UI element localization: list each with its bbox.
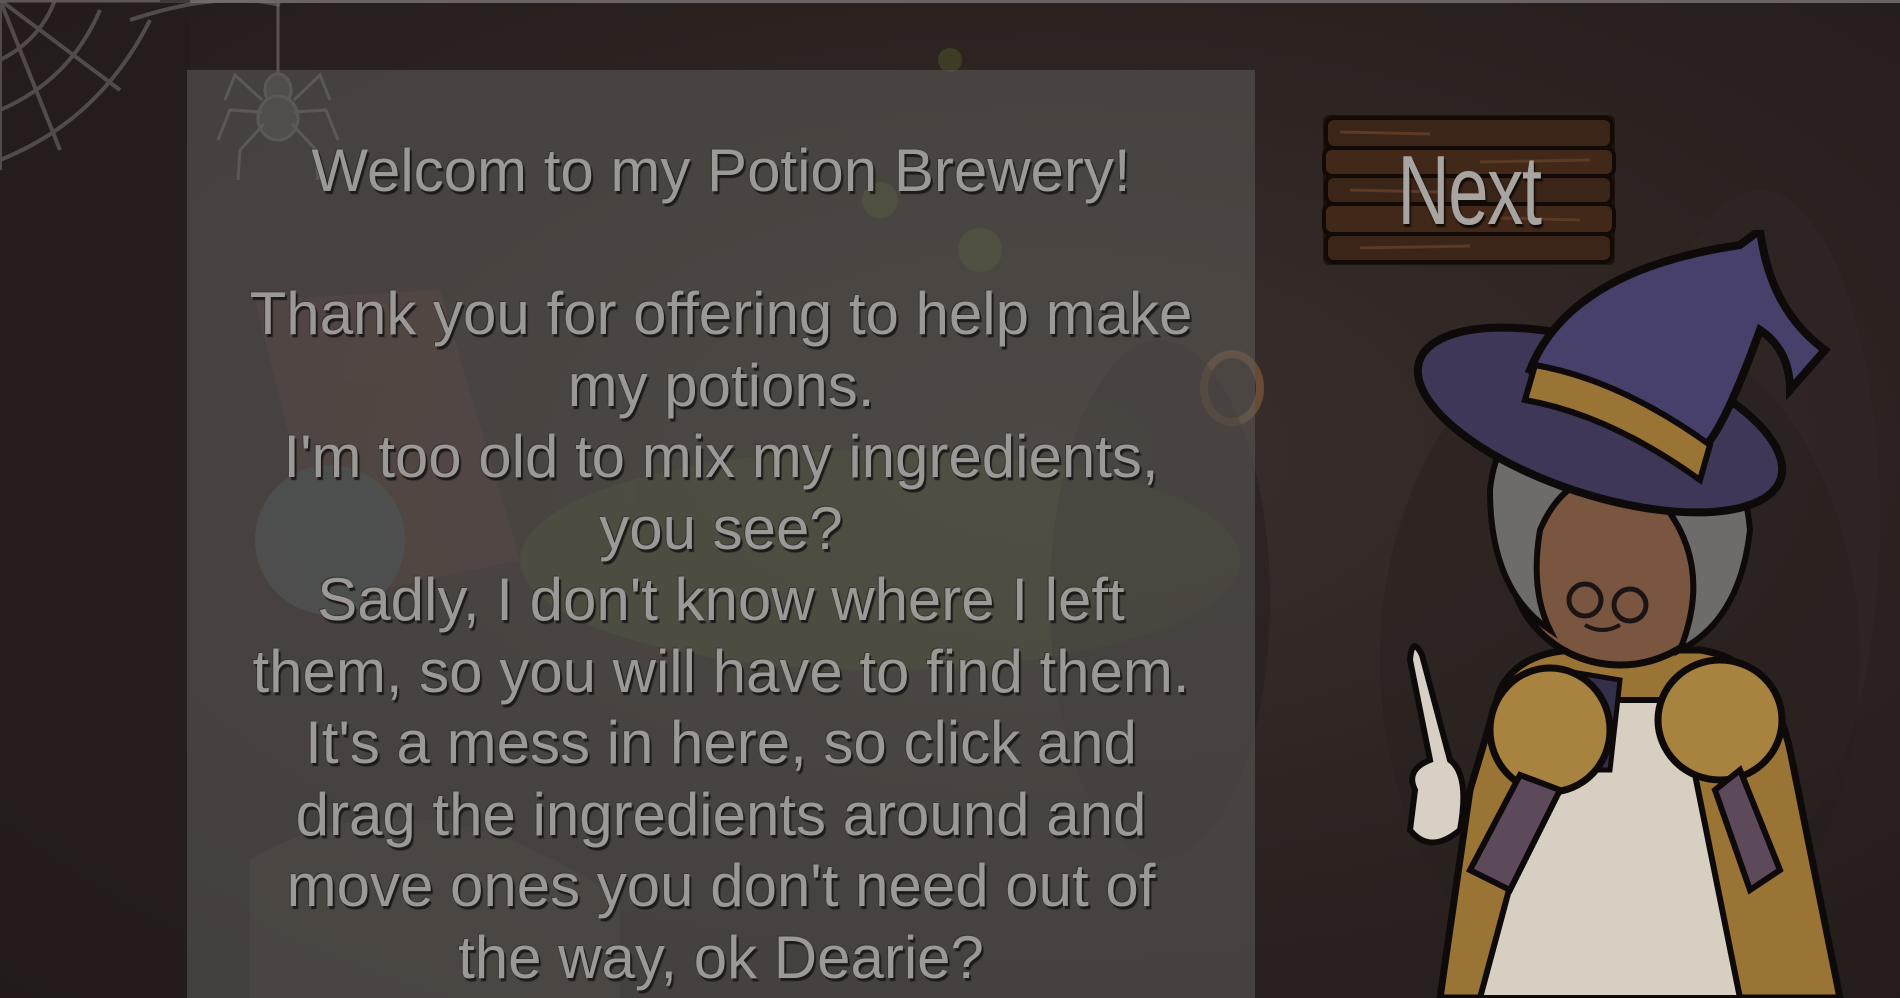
next-button-label: Next	[1397, 134, 1542, 245]
dialog-line: Sadly, I don't know where I left	[317, 566, 1125, 633]
dialog-text: Welcom to my Potion Brewery! Thank you f…	[187, 135, 1255, 993]
dialog-line: It's a mess in here, so click and	[305, 709, 1137, 776]
dialog-line: my potions.	[567, 351, 875, 419]
dialog-line: move ones you don't need out of	[286, 852, 1156, 919]
dialog-line: the way, ok Dearie?	[458, 923, 984, 991]
game-scene: Welcom to my Potion Brewery! Thank you f…	[0, 0, 1900, 998]
next-button[interactable]: Next	[1320, 112, 1618, 268]
dialog-line: I'm too old to mix my ingredients,	[283, 423, 1159, 490]
dialog-line: them, so you will have to find them.	[252, 637, 1190, 705]
dialog-line: Thank you for offering to help make	[249, 280, 1193, 347]
dialog-title: Welcom to my Potion Brewery!	[311, 137, 1131, 204]
dialog-line: drag the ingredients around and	[295, 780, 1147, 848]
witch-character	[1380, 230, 1860, 998]
dialog-line: you see?	[599, 494, 843, 562]
